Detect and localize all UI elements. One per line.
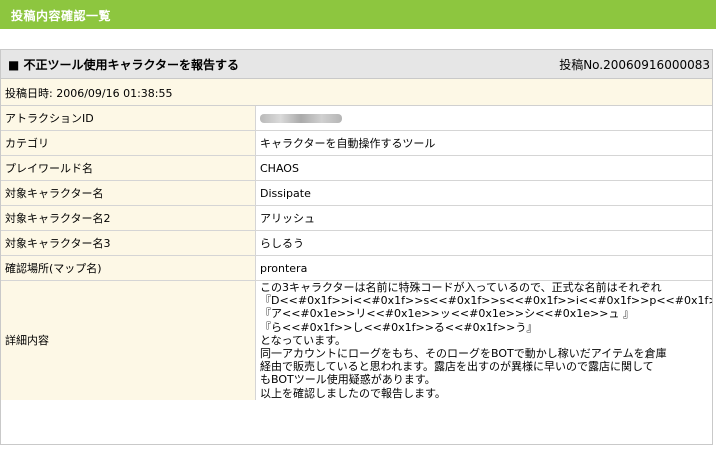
table-row-detail: 詳細内容 この3キャラクターは名前に特殊コードが入っているので、正式な名前はそれ…: [1, 280, 712, 400]
detail-line: 『ア<<#0x1e>>リ<<#0x1e>>ッ<<#0x1e>>シ<<#0x1e>…: [260, 307, 634, 321]
detail-line: もBOTツール使用疑惑があります。: [260, 373, 436, 387]
page-title: 投稿内容確認一覧: [11, 9, 112, 23]
details-table: アトラクションID カテゴリ キャラクターを自動操作するツール プレイワールド名…: [1, 106, 712, 400]
row-value-character-3: らしるう: [255, 230, 712, 256]
row-value-map: prontera: [255, 255, 712, 281]
row-label-map: 確認場所(マップ名): [1, 255, 256, 281]
row-label-world: プレイワールド名: [1, 155, 256, 181]
table-row: アトラクションID: [1, 106, 712, 131]
detail-line: この3キャラクターは名前に特殊コードが入っているので、正式な名前はそれぞれ: [260, 281, 662, 294]
row-label-attraction-id: アトラクションID: [1, 106, 256, 131]
row-label-character-3: 対象キャラクター名3: [1, 230, 256, 256]
table-row: 対象キャラクター名 Dissipate: [1, 180, 712, 206]
row-value-category: キャラクターを自動操作するツール: [255, 130, 712, 156]
post-title: ■ 不正ツール使用キャラクターを報告する: [8, 58, 240, 72]
post-date: 投稿日時: 2006/09/16 01:38:55: [5, 87, 173, 100]
row-label-detail: 詳細内容: [1, 280, 256, 400]
row-value-world: CHAOS: [255, 155, 712, 181]
row-label-category: カテゴリ: [1, 130, 256, 156]
row-value-detail: この3キャラクターは名前に特殊コードが入っているので、正式な名前はそれぞれ 『D…: [255, 280, 712, 400]
table-row: 対象キャラクター名2 アリッシュ: [1, 205, 712, 231]
table-row: プレイワールド名 CHAOS: [1, 155, 712, 181]
detail-line: 『ら<<#0x1f>>し<<#0x1f>>る<<#0x1f>>う』: [260, 320, 538, 334]
post-panel: ■ 不正ツール使用キャラクターを報告する 投稿No.20060916000083…: [0, 49, 713, 445]
row-value-character-1: Dissipate: [255, 180, 712, 206]
row-label-character-2: 対象キャラクター名2: [1, 205, 256, 231]
table-row: カテゴリ キャラクターを自動操作するツール: [1, 130, 712, 156]
row-value-attraction-id: [255, 106, 712, 131]
table-row: 対象キャラクター名3 らしるう: [1, 230, 712, 256]
table-row: 確認場所(マップ名) prontera: [1, 255, 712, 281]
row-value-character-2: アリッシュ: [255, 205, 712, 231]
post-header: ■ 不正ツール使用キャラクターを報告する 投稿No.20060916000083: [1, 50, 712, 79]
detail-line: 経由で販売していると思われます。露店を出すのが異様に早いので露店に関して: [260, 360, 654, 374]
detail-line: 以上を確認しましたので報告します。: [260, 386, 446, 400]
detail-line: 同一アカウントにローグをもち、そのローグをBOTで動かし稼いだアイテムを倉庫: [260, 347, 667, 361]
post-date-row: 投稿日時: 2006/09/16 01:38:55: [1, 79, 712, 106]
page-header: 投稿内容確認一覧: [0, 0, 716, 29]
post-number: 投稿No.20060916000083: [559, 58, 710, 72]
detail-line: 『D<<#0x1f>>i<<#0x1f>>s<<#0x1f>>s<<#0x1f>…: [260, 294, 712, 308]
detail-line: となっています。: [260, 333, 347, 347]
row-label-character-1: 対象キャラクター名: [1, 180, 256, 206]
redacted-value: [260, 114, 342, 123]
